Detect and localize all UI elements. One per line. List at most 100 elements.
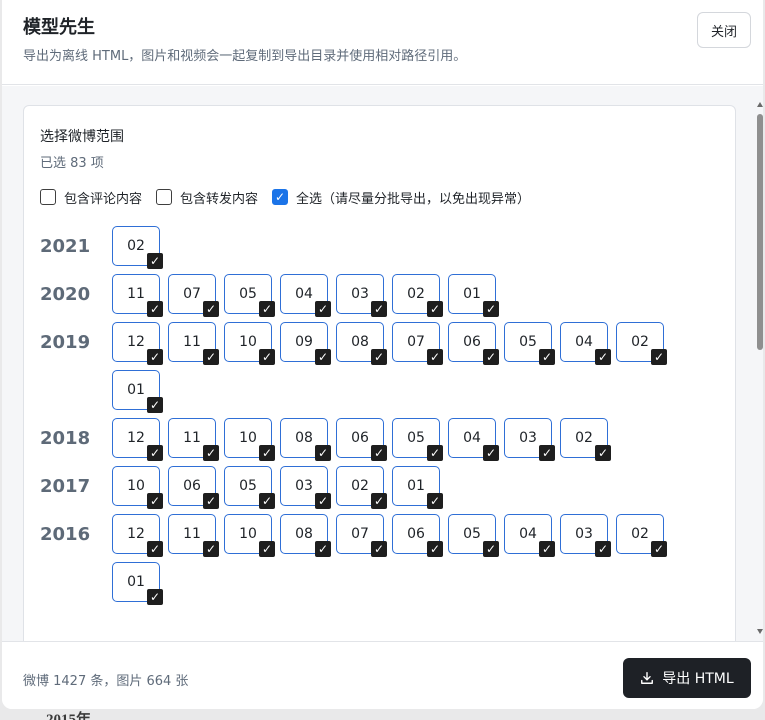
month-chip[interactable]: 06 ✓ [448,322,499,365]
month-chip[interactable]: 08 ✓ [336,322,387,365]
check-icon: ✓ [259,541,275,557]
month-chip[interactable]: 10 ✓ [112,466,163,509]
month-chip[interactable]: 10 ✓ [224,322,275,365]
month-chip[interactable]: 03 ✓ [280,466,331,509]
month-label: 01 [127,574,145,590]
month-chip[interactable]: 02 ✓ [336,466,387,509]
month-label: 07 [407,334,425,350]
month-chip[interactable]: 12 ✓ [112,514,163,557]
month-chip[interactable]: 08 ✓ [280,514,331,557]
month-label: 02 [351,478,369,494]
month-label: 01 [407,478,425,494]
month-label: 07 [183,286,201,302]
month-chip[interactable]: 06 ✓ [168,466,219,509]
month-chip[interactable]: 05 ✓ [448,514,499,557]
checkbox[interactable] [40,189,56,205]
check-icon: ✓ [147,589,163,605]
month-chip[interactable]: 11 ✓ [168,322,219,365]
year-label: 2021 [40,236,91,257]
month-chip[interactable]: 11 ✓ [168,514,219,557]
year-row: 2020 11 ✓ 07 ✓ 05 ✓ 04 ✓ 03 ✓ 02 ✓ 01 ✓ [40,274,730,322]
month-chip[interactable]: 10 ✓ [224,418,275,461]
month-chip[interactable]: 10 ✓ [224,514,275,557]
option-1[interactable]: 包含转发内容 [156,188,258,207]
close-button[interactable]: 关闭 [697,12,751,48]
checkbox[interactable] [156,189,173,205]
year-row: 2017 10 ✓ 06 ✓ 05 ✓ 03 ✓ 02 ✓ 01 ✓ [40,466,730,514]
check-icon: ✓ [203,349,219,365]
month-chip[interactable]: 01 ✓ [112,562,163,605]
month-chip[interactable]: 05 ✓ [224,466,275,509]
check-icon: ✓ [147,301,163,317]
month-list: 10 ✓ 06 ✓ 05 ✓ 03 ✓ 02 ✓ 01 ✓ [112,466,688,514]
month-chip[interactable]: 03 ✓ [560,514,611,557]
check-icon: ✓ [147,493,163,509]
month-chip[interactable]: 01 ✓ [448,274,499,317]
month-chip[interactable]: 02 ✓ [112,226,163,269]
month-label: 04 [463,430,481,446]
dialog-body[interactable]: 选择微博范围 已选 83 项 包含评论内容 包含转发内容 ✓ 全选（请尽量分批导出，以… [2,86,763,641]
range-card: 选择微博范围 已选 83 项 包含评论内容 包含转发内容 ✓ 全选（请尽量分批导出，以… [23,105,736,641]
month-chip[interactable]: 02 ✓ [560,418,611,461]
month-chip[interactable]: 03 ✓ [504,418,555,461]
month-list: 11 ✓ 07 ✓ 05 ✓ 04 ✓ 03 ✓ 02 ✓ 01 ✓ [112,274,688,322]
check-icon: ✓ [259,493,275,509]
scroll-down-icon[interactable] [757,629,763,634]
month-chip[interactable]: 01 ✓ [392,466,443,509]
month-chip[interactable]: 06 ✓ [336,418,387,461]
month-chip[interactable]: 07 ✓ [336,514,387,557]
month-label: 05 [407,430,425,446]
month-chip[interactable]: 12 ✓ [112,418,163,461]
option-2[interactable]: ✓ 全选（请尽量分批导出，以免出现异常） [272,188,530,207]
month-chip[interactable]: 03 ✓ [336,274,387,317]
month-chip[interactable]: 05 ✓ [392,418,443,461]
month-label: 10 [239,526,257,542]
month-label: 02 [631,526,649,542]
year-row: 2018 12 ✓ 11 ✓ 10 ✓ 08 ✓ 06 ✓ 05 ✓ 04 ✓ 03 ✓ 02 ✓ [40,418,730,466]
month-chip[interactable]: 02 ✓ [392,274,443,317]
month-chip[interactable]: 11 ✓ [168,418,219,461]
download-icon [641,672,654,684]
scrollbar[interactable] [757,86,763,641]
check-icon: ✓ [539,349,555,365]
month-chip[interactable]: 04 ✓ [504,514,555,557]
check-icon: ✓ [315,349,331,365]
month-label: 08 [295,526,313,542]
check-icon: ✓ [483,349,499,365]
month-label: 12 [127,334,145,350]
scroll-thumb[interactable] [757,114,763,350]
month-chip[interactable]: 07 ✓ [392,322,443,365]
scroll-up-icon[interactable] [757,102,763,107]
check-icon: ✓ [259,301,275,317]
options-row: 包含评论内容 包含转发内容 ✓ 全选（请尽量分批导出，以免出现异常） [40,186,544,208]
year-row: 2019 12 ✓ 11 ✓ 10 ✓ 09 ✓ 08 ✓ 07 ✓ 06 ✓ 05 ✓ 04 ✓ 02 ✓ 01 ✓ [40,322,730,418]
month-chip[interactable]: 04 ✓ [448,418,499,461]
month-chip[interactable]: 12 ✓ [112,322,163,365]
month-chip[interactable]: 06 ✓ [392,514,443,557]
month-chip[interactable]: 02 ✓ [616,514,667,557]
month-chip[interactable]: 02 ✓ [616,322,667,365]
check-icon: ✓ [483,541,499,557]
month-chip[interactable]: 07 ✓ [168,274,219,317]
check-icon: ✓ [595,541,611,557]
dialog-subtitle: 导出为离线 HTML，图片和视频会一起复制到导出目录并使用相对路径引用。 [23,49,467,64]
month-chip[interactable]: 04 ✓ [280,274,331,317]
month-list: 12 ✓ 11 ✓ 10 ✓ 08 ✓ 07 ✓ 06 ✓ 05 ✓ 04 ✓ 03 ✓ 02 ✓ 01 ✓ [112,514,688,610]
export-html-button[interactable]: 导出 HTML [623,658,751,698]
month-label: 05 [519,334,537,350]
option-0[interactable]: 包含评论内容 [40,188,142,207]
month-chip[interactable]: 05 ✓ [504,322,555,365]
check-icon: ✓ [203,301,219,317]
month-chip[interactable]: 05 ✓ [224,274,275,317]
month-chip[interactable]: 09 ✓ [280,322,331,365]
month-chip[interactable]: 01 ✓ [112,370,163,413]
month-label: 09 [295,334,313,350]
check-icon: ✓ [315,445,331,461]
check-icon: ✓ [427,349,443,365]
month-label: 06 [183,478,201,494]
check-icon: ✓ [147,541,163,557]
month-chip[interactable]: 04 ✓ [560,322,611,365]
month-chip[interactable]: 08 ✓ [280,418,331,461]
month-chip[interactable]: 11 ✓ [112,274,163,317]
checkbox-checked[interactable]: ✓ [272,189,289,205]
